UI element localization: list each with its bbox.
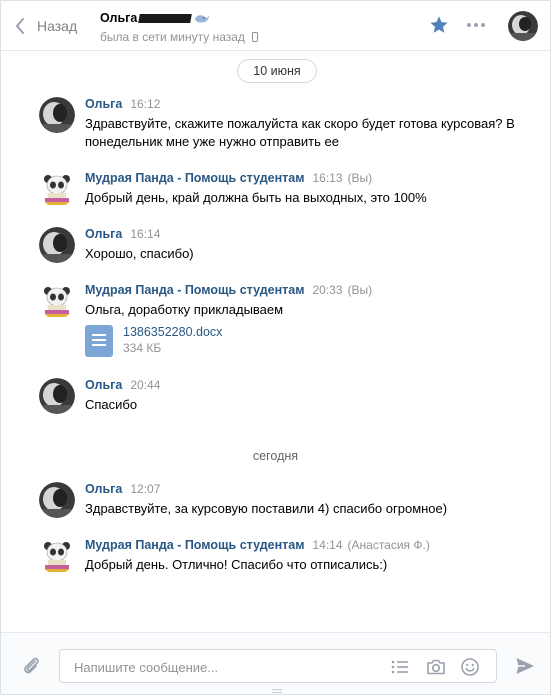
message-text: Ольга, доработку прикладываем [85,302,284,317]
message-text: Добрый день. Отлично! Спасибо что отписа… [85,557,388,572]
panda-avatar[interactable] [39,283,75,319]
panda-avatar[interactable] [39,171,75,207]
more-icon[interactable] [467,23,485,27]
emoji-icon[interactable] [460,657,480,677]
back-button[interactable]: Назад [15,15,77,37]
avatar[interactable] [39,227,75,263]
message-text: Добрый день, край должна быть на выходны… [85,190,427,205]
message-time[interactable]: 20:33 [312,283,342,297]
list-icon[interactable] [390,657,410,677]
message-input[interactable] [72,657,376,677]
document-icon[interactable] [85,325,113,357]
avatar[interactable] [39,482,75,518]
chat-header: Назад Ольга была в сети минуту назад [1,1,550,51]
message-text: Хорошо, спасибо) [85,246,194,261]
message-author[interactable]: Ольга [85,482,122,496]
peer-name: Ольга [100,11,138,25]
avatar[interactable] [39,378,75,414]
message-author[interactable]: Мудрая Панда - Помощь студентам [85,283,304,297]
message-time[interactable]: 16:13 [312,171,342,185]
message-time[interactable]: 14:14 [312,538,342,552]
peer-status: была в сети минуту назад [100,30,245,44]
back-label: Назад [37,18,78,34]
redaction-bar [138,13,193,23]
message-text: Спасибо [85,397,138,412]
message-author[interactable]: Мудрая Панда - Помощь студентам [85,538,304,552]
star-icon[interactable] [429,15,449,35]
message-composer [1,632,550,694]
phone-icon [251,32,258,42]
message-author[interactable]: Ольга [85,378,122,392]
message-text: Здравствуйте, скажите пожалуйста как ско… [85,116,515,149]
message-text: Здравствуйте, за курсовую поставили 4) с… [85,501,448,516]
message-time[interactable]: 12:07 [130,482,160,496]
message-author[interactable]: Ольга [85,227,122,241]
message-author[interactable]: Мудрая Панда - Помощь студентам [85,171,304,185]
message-sender-note: (Анастасия Ф.) [347,538,430,552]
message-time[interactable]: 16:14 [130,227,160,241]
message-sender-note: (Вы) [347,283,373,297]
send-icon[interactable] [515,656,535,676]
today-divider: сегодня [252,449,299,463]
peer-info[interactable]: Ольга была в сети минуту назад [100,10,258,44]
document-attachment[interactable]: 1386352280.docx 334 КБ [85,325,525,357]
date-divider: 10 июня [237,59,317,83]
resize-handle[interactable] [272,689,282,693]
message-time[interactable]: 16:12 [130,97,160,111]
message-time[interactable]: 20:44 [130,378,160,392]
message-input-box[interactable] [59,649,497,683]
panda-avatar[interactable] [39,538,75,574]
paperclip-icon[interactable] [21,655,43,677]
document-size: 334 КБ [123,341,162,355]
document-name[interactable]: 1386352280.docx [123,325,222,340]
chat-window: Назад Ольга была в сети минуту назад 10 … [0,0,551,695]
message-author[interactable]: Ольга [85,97,122,111]
camera-icon[interactable] [426,657,446,677]
whale-icon [195,14,210,23]
avatar[interactable] [508,11,538,41]
message-sender-note: (Вы) [347,171,373,185]
avatar[interactable] [39,97,75,133]
back-chevron-icon [16,18,24,34]
